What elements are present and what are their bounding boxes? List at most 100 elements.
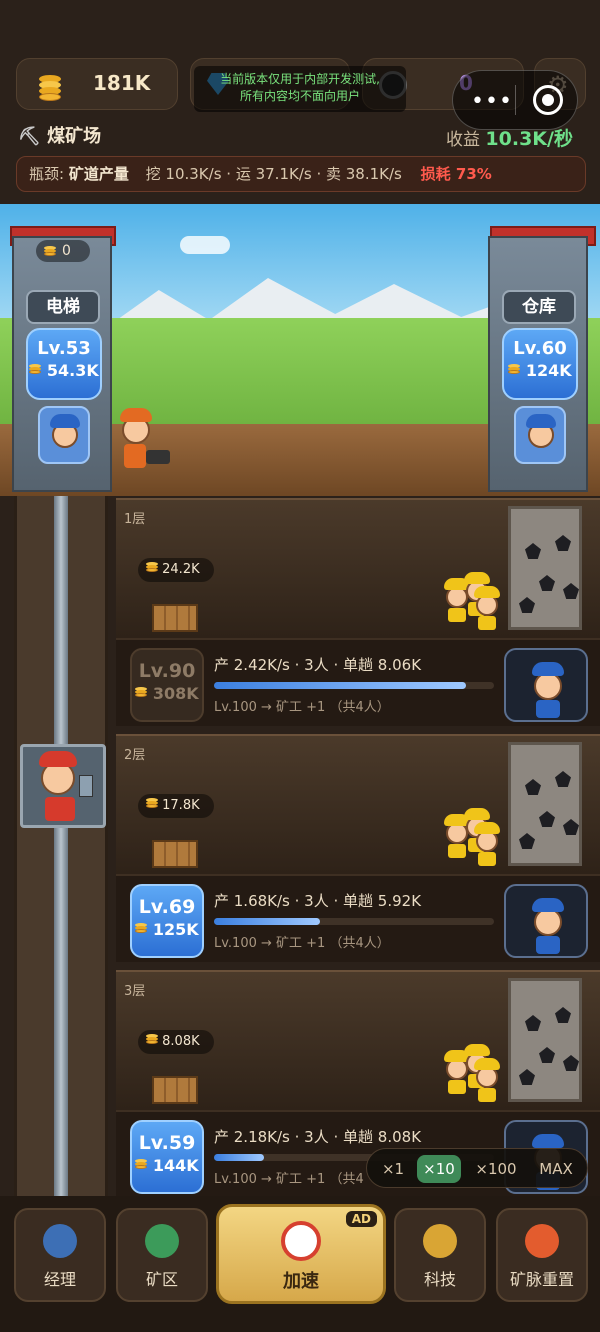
coin-icon (146, 567, 158, 572)
floor-label: 1层 (124, 512, 146, 527)
multiplier-max[interactable]: MAX (531, 1155, 581, 1183)
cart-worker (118, 406, 172, 470)
mine-floor: 2层 17.8K Lv.69 125K 产 1.68K/s · 3人 · 单趟 … (116, 734, 600, 966)
coal-seam[interactable] (508, 742, 582, 866)
warehouse-tower[interactable]: 仓库 Lv.60 124K (488, 236, 588, 492)
mine-name: 煤矿场 (47, 126, 102, 147)
floor-stock: 8.08K (138, 1030, 214, 1054)
game-screen: { "top": { "coins": "181K", "notice_line… (0, 0, 600, 1332)
warehouse-label: 仓库 (502, 290, 576, 324)
notice-line-2: 所有内容均不面向用户 (239, 89, 360, 103)
elevator-manager-avatar[interactable] (38, 406, 90, 464)
nav-area-label: 矿区 (145, 1270, 178, 1289)
coal-crate[interactable] (152, 604, 198, 632)
miner (472, 820, 502, 866)
floor-label: 3层 (124, 984, 146, 999)
coin-stack-icon (39, 93, 61, 101)
floor-scene: 3层 8.08K (116, 970, 600, 1110)
warehouse-cost: 124K (525, 361, 572, 380)
coal-ore (525, 1015, 541, 1031)
bottleneck-stats: 挖 10.3K/s · 运 37.1K/s · 卖 38.1K/s (145, 165, 402, 183)
nav-reset-label: 矿脉重置 (509, 1270, 574, 1289)
miner (472, 584, 502, 630)
coal-crate[interactable] (152, 1076, 198, 1104)
coal-ore (563, 819, 579, 835)
floor-next-bonus: Lv.100 → 矿工 +1 （共4 (214, 1172, 364, 1187)
floor-upgrade-button[interactable]: Lv.90 308K (130, 648, 204, 722)
floor-upgrade-button[interactable]: Lv.69 125K (130, 884, 204, 958)
elevator-cost: 54.3K (46, 361, 99, 380)
income-label: 收益 (446, 130, 480, 150)
floor-scene: 1层 24.2K (116, 498, 600, 638)
elevator-stock: 0 (36, 240, 90, 262)
ad-badge: AD (345, 1211, 377, 1227)
mine-floor: 1层 24.2K Lv.90 308K 产 2.42K/s · 3人 · 单趟 … (116, 498, 600, 730)
nav-area[interactable]: 矿区 (116, 1208, 208, 1302)
coal-seam[interactable] (508, 978, 582, 1102)
coin-amount: 181K (93, 71, 151, 95)
speed-label: 加速 (283, 1271, 319, 1292)
coin-icon (135, 692, 148, 697)
nav-tech-label: 科技 (423, 1270, 456, 1289)
nav-manager-label: 经理 (43, 1270, 76, 1289)
floor-stock: 24.2K (138, 558, 214, 582)
floor-level: Lv.59 (138, 1132, 196, 1154)
pickaxe-icon: ⛏ (18, 126, 41, 147)
floor-stock: 17.8K (138, 794, 214, 818)
coal-ore (519, 597, 535, 613)
coal-seam[interactable] (508, 506, 582, 630)
cloud (180, 236, 230, 254)
multiplier-x10[interactable]: ×10 (417, 1155, 461, 1183)
multiplier-x100[interactable]: ×100 (467, 1155, 525, 1183)
coal-ore (555, 771, 571, 787)
elevator-tower[interactable]: 0 电梯 Lv.53 54.3K (12, 236, 112, 492)
floor-next-bonus: Lv.100 → 矿工 +1 （共4人） (214, 700, 390, 715)
floor-stats: 产 2.18K/s · 3人 · 单趟 8.08K (214, 1128, 422, 1146)
floor-stats: 产 1.68K/s · 3人 · 单趟 5.92K (214, 892, 422, 910)
floor-upgrade-button[interactable]: Lv.59 144K (130, 1120, 204, 1194)
speed-boost-button[interactable]: AD 加速 (216, 1204, 386, 1304)
coin-icon (146, 1039, 158, 1044)
coal-crate[interactable] (152, 840, 198, 868)
nav-reset[interactable]: 矿脉重置 (496, 1208, 588, 1302)
close-miniprogram-icon[interactable] (533, 85, 563, 115)
floor-progress-fill (214, 918, 321, 925)
elevator-cable (54, 496, 68, 1196)
coal-ore (563, 1055, 579, 1071)
coal-ore (555, 1007, 571, 1023)
floor-next-bonus: Lv.100 → 矿工 +1 （共4人） (214, 936, 390, 951)
more-icon[interactable]: ••• (471, 89, 513, 114)
coin-balance: 181K (16, 58, 178, 110)
floor-stock-value: 8.08K (162, 1034, 200, 1049)
reset-vein-icon (525, 1224, 559, 1258)
elevator-level: Lv.53 (37, 338, 91, 359)
floor-manager-avatar[interactable] (504, 648, 588, 722)
floor-cost: 308K (152, 684, 199, 703)
warehouse-upgrade-button[interactable]: Lv.60 124K (502, 328, 578, 400)
warehouse-level: Lv.60 (513, 338, 567, 359)
coin-icon (508, 369, 521, 374)
nav-tech[interactable]: 科技 (394, 1208, 486, 1302)
globe-icon (145, 1224, 179, 1258)
coal-ore (539, 811, 555, 827)
coal-ore (525, 543, 541, 559)
stopwatch-icon (281, 1221, 321, 1261)
multiplier-x1[interactable]: ×1 (375, 1155, 411, 1183)
bottleneck-label: 瓶颈: (29, 165, 65, 183)
coin-icon (44, 252, 56, 256)
nav-manager[interactable]: 经理 (14, 1208, 106, 1302)
elevator-label: 电梯 (26, 290, 100, 324)
notice-line-1: 当前版本仅用于内部开发测试, (220, 72, 380, 86)
loss-rate: 损耗 73% (420, 165, 492, 183)
floor-stock-value: 17.8K (162, 798, 200, 813)
elevator-car[interactable] (20, 744, 106, 828)
floor-level: Lv.90 (138, 660, 196, 682)
floor-stock-value: 24.2K (162, 562, 200, 577)
bottleneck-bar: 瓶颈: 矿道产量 挖 10.3K/s · 运 37.1K/s · 卖 38.1K… (16, 156, 586, 192)
coal-ore (519, 1069, 535, 1085)
floor-manager-avatar[interactable] (504, 884, 588, 958)
floor-cost: 144K (152, 1156, 199, 1175)
elevator-upgrade-button[interactable]: Lv.53 54.3K (26, 328, 102, 400)
warehouse-manager-avatar[interactable] (514, 406, 566, 464)
coal-ore (555, 535, 571, 551)
